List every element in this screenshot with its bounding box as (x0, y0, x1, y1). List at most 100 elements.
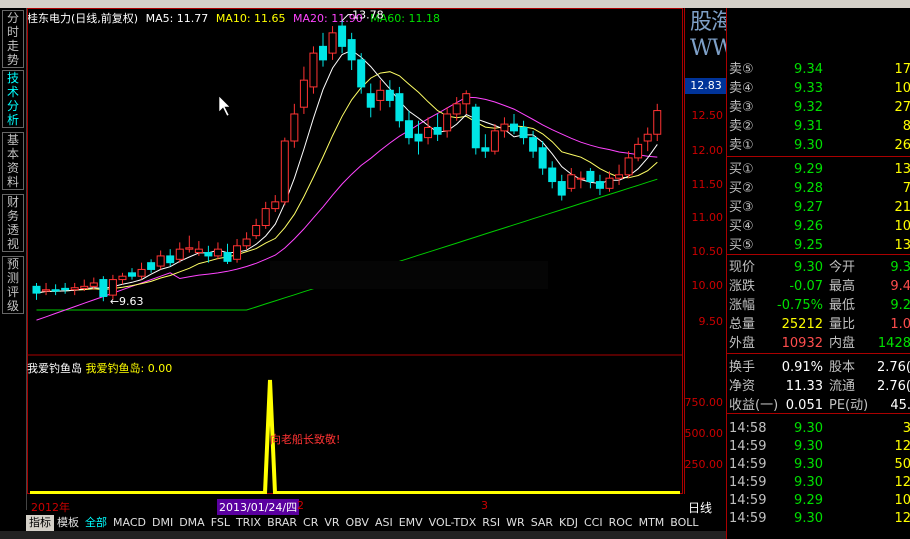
tab-technical-analysis[interactable]: 技术分析 (2, 70, 24, 128)
indicator-tab-macd[interactable]: MACD (110, 515, 149, 531)
indicator-tab-mtm[interactable]: MTM (636, 515, 668, 531)
indicator-tab-asi[interactable]: ASI (372, 515, 396, 531)
candle (271, 195, 280, 212)
quote-label: 外盘 (729, 336, 756, 351)
candle (261, 201, 270, 229)
quote-row: 外盘 10932 内盘 1428 (727, 334, 910, 353)
candle (538, 141, 547, 175)
indicator-tab-roc[interactable]: ROC (606, 515, 636, 531)
ask-volume: 17 (894, 62, 910, 77)
tick-volume: 10 (894, 493, 910, 508)
panel-divider (727, 413, 910, 414)
candle (223, 243, 232, 265)
tab-intraday[interactable]: 分时走势 (2, 10, 24, 68)
ask-label: 卖④ (729, 81, 754, 96)
tick-time: 14:59 (729, 475, 767, 490)
bid-label: 买② (729, 181, 754, 196)
indicator-tab-wr[interactable]: WR (503, 515, 528, 531)
indicator-axis-tick: 750.00 (684, 396, 724, 409)
bid-row: 买③ 9.27 21 (727, 198, 910, 217)
ask-label: 卖③ (729, 100, 754, 115)
side-tab-strip: 分时走势 技术分析 基本资料 财务透视 预测评级 (0, 8, 27, 510)
candle (42, 282, 51, 296)
tick-volume: 12 (894, 475, 910, 490)
indicator-tab-cci[interactable]: CCI (581, 515, 606, 531)
candle (166, 249, 175, 267)
bid-row: 买⑤ 9.25 13 (727, 236, 910, 255)
tab-financials[interactable]: 财务透视 (2, 194, 24, 252)
indicator-tab-模板[interactable]: 模板 (54, 515, 82, 531)
indicator-axis-tick: 500.00 (684, 427, 724, 440)
tab-basic-info[interactable]: 基本资料 (2, 132, 24, 190)
stat-label: 净资 (729, 379, 756, 394)
indicator-tab-指标[interactable]: 指标 (26, 515, 54, 531)
tick-row: 14:58 9.30 3 (727, 419, 910, 438)
candle (481, 134, 490, 158)
tab-forecast-rating[interactable]: 预测评级 (2, 256, 24, 314)
stat-label: 换手 (729, 360, 756, 375)
ma5-line (36, 49, 658, 294)
stat-row: 换手 0.91% 股本 2.76( (727, 358, 910, 377)
tick-volume: 12 (894, 439, 910, 454)
tick-row: 14:59 9.30 12 (727, 473, 910, 492)
bid-price: 9.25 (794, 238, 823, 253)
quote-panel: 卖⑤ 9.34 17 卖④ 9.33 10 卖③ 9.32 27 卖② 9.31 8 卖① 9.30 26 买… (726, 8, 910, 539)
candle (404, 110, 413, 145)
tick-volume: 50 (894, 457, 910, 472)
ask-volume: 10 (894, 81, 910, 96)
candle (443, 107, 452, 138)
indicator-name: 我爱钓鱼岛 (27, 362, 82, 375)
indicator-tab-全部[interactable]: 全部 (82, 515, 110, 531)
quote-label: 内盘 (829, 336, 856, 351)
axis-tick: 10.00 (691, 279, 724, 292)
ask-row: 卖⑤ 9.34 17 (727, 60, 910, 79)
indicator-tab-kdj[interactable]: KDJ (556, 515, 581, 531)
bid-price: 9.27 (794, 200, 823, 215)
bid-label: 买① (729, 162, 754, 177)
indicator-tab-cr[interactable]: CR (300, 515, 321, 531)
kline-chart[interactable]: 13.78 ←9.63 向老船长致敬! (27, 8, 683, 494)
tick-row: 14:59 9.30 12 (727, 437, 910, 456)
candle (32, 282, 41, 300)
indicator-tab-brar[interactable]: BRAR (264, 515, 300, 531)
axis-tick: 12.50 (691, 109, 724, 122)
stat-value: 11.33 (785, 379, 823, 394)
tick-price: 9.30 (794, 475, 823, 490)
ask-volume: 8 (902, 119, 910, 134)
price-axis: 12.83 12.50 12.00 11.50 11.00 10.50 10.0… (684, 8, 727, 494)
tick-volume: 3 (902, 421, 910, 436)
indicator-tab-boll[interactable]: BOLL (667, 515, 701, 531)
indicator-tab-dmi[interactable]: DMI (149, 515, 176, 531)
tick-price: 9.30 (794, 457, 823, 472)
indicator-tab-fsl[interactable]: FSL (208, 515, 233, 531)
quote-label: 最高 (829, 279, 856, 294)
candle (147, 259, 156, 273)
candlesticks (32, 20, 662, 302)
candle (548, 161, 557, 189)
candle (137, 262, 146, 280)
date-axis-bar: 2012年 2013/01/24/四 2 3 (27, 499, 683, 515)
indicator-tab-sar[interactable]: SAR (528, 515, 556, 531)
indicator-tab-vol-tdx[interactable]: VOL-TDX (426, 515, 480, 531)
indicator-tab-bar: 指标 模板 全部 MACD DMI DMA FSL TRIX BRAR CR VR OBV ASI EMV… (26, 515, 726, 531)
tick-time: 14:59 (729, 493, 767, 508)
candle (595, 174, 604, 196)
date-tick: 2 (297, 499, 304, 512)
candle (299, 66, 308, 114)
quote-label: 量比 (829, 317, 856, 332)
indicator-tab-vr[interactable]: VR (321, 515, 342, 531)
ask-label: 卖① (729, 138, 754, 153)
stat-value: 2.76( (876, 379, 910, 394)
quote-value: -0.07 (789, 279, 823, 294)
indicator-tab-dma[interactable]: DMA (176, 515, 208, 531)
bid-volume: 13 (894, 162, 910, 177)
indicator-tab-obv[interactable]: OBV (343, 515, 372, 531)
bid-label: 买④ (729, 219, 754, 234)
indicator-tab-trix[interactable]: TRIX (233, 515, 264, 531)
period-button[interactable]: 日线 (688, 499, 712, 516)
indicator-tab-emv[interactable]: EMV (396, 515, 426, 531)
indicator-tab-rsi[interactable]: RSI (479, 515, 503, 531)
bid-row: 买① 9.29 13 (727, 160, 910, 179)
candle (128, 268, 136, 280)
candle (61, 282, 70, 294)
